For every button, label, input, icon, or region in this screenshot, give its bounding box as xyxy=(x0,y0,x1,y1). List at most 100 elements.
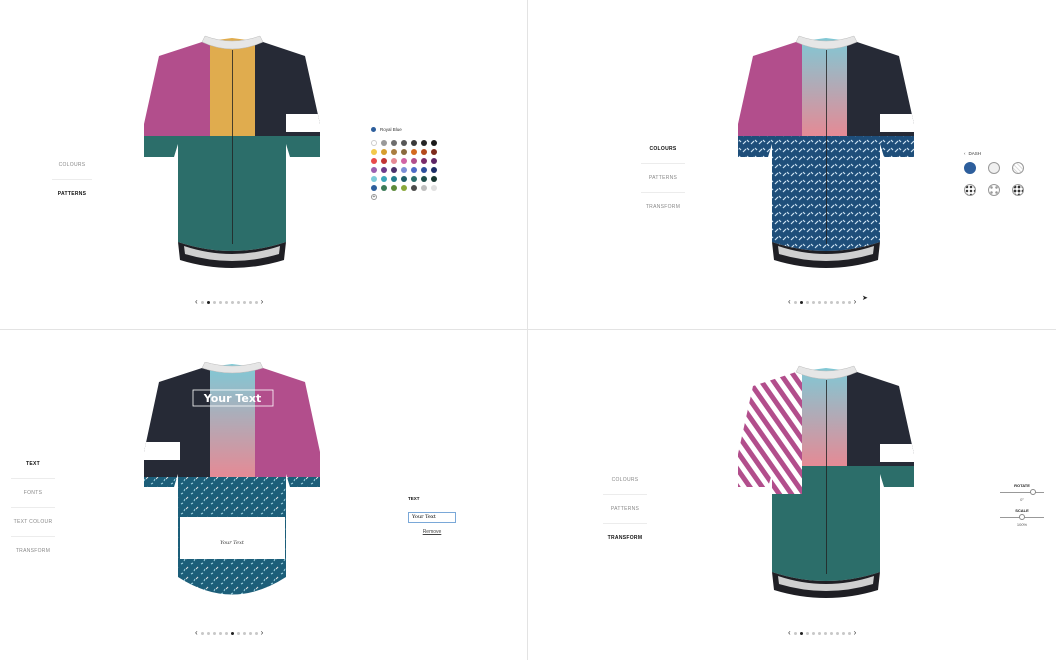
scale-slider-handle[interactable] xyxy=(1019,514,1025,520)
colour-swatch[interactable] xyxy=(401,140,407,146)
colour-swatch[interactable] xyxy=(371,167,377,173)
page-dot[interactable] xyxy=(847,631,851,635)
colour-swatch[interactable] xyxy=(421,176,427,182)
next-arrow-icon[interactable]: › xyxy=(854,298,857,306)
colour-swatch[interactable] xyxy=(371,176,377,182)
menu-item-colours[interactable]: COLOURS xyxy=(52,151,92,180)
page-dot[interactable] xyxy=(823,631,827,635)
page-dot[interactable] xyxy=(218,631,222,635)
colour-swatch[interactable] xyxy=(411,167,417,173)
page-dot[interactable] xyxy=(236,300,240,304)
menu-item-text[interactable]: TEXT xyxy=(11,450,55,479)
menu-item-patterns[interactable]: PATTERNS xyxy=(603,495,647,524)
text-input[interactable] xyxy=(408,511,456,523)
colour-swatch[interactable] xyxy=(391,158,397,164)
colour-swatch[interactable] xyxy=(391,167,397,173)
prev-arrow-icon[interactable]: ‹ xyxy=(788,298,791,306)
rotate-slider[interactable] xyxy=(1000,489,1044,495)
colour-swatch[interactable] xyxy=(401,185,407,191)
jersey-preview[interactable] xyxy=(734,34,919,274)
colour-swatch[interactable] xyxy=(381,140,387,146)
colour-swatch[interactable] xyxy=(381,149,387,155)
colour-swatch[interactable] xyxy=(381,176,387,182)
jersey-preview[interactable] xyxy=(734,364,919,604)
page-dot[interactable] xyxy=(847,300,851,304)
page-dot[interactable] xyxy=(817,631,821,635)
prev-arrow-icon[interactable]: ‹ xyxy=(195,629,198,637)
page-dot[interactable] xyxy=(218,300,222,304)
menu-item-patterns[interactable]: PATTERNS xyxy=(641,164,685,193)
page-dot[interactable] xyxy=(248,300,252,304)
menu-item-fonts[interactable]: FONTS xyxy=(11,479,55,508)
page-dot[interactable] xyxy=(200,300,204,304)
colour-swatch[interactable] xyxy=(421,158,427,164)
remove-button[interactable]: Remove xyxy=(408,529,456,535)
colour-swatch[interactable] xyxy=(371,149,377,155)
colour-swatch[interactable] xyxy=(431,176,437,182)
page-dot[interactable] xyxy=(799,631,803,635)
page-dot[interactable] xyxy=(206,631,210,635)
menu-item-transform[interactable]: TRANSFORM xyxy=(603,524,647,552)
colour-swatch[interactable] xyxy=(371,158,377,164)
page-dot[interactable] xyxy=(206,300,210,304)
colour-swatch[interactable] xyxy=(431,140,437,146)
page-dot[interactable] xyxy=(242,631,246,635)
page-dot[interactable] xyxy=(254,300,258,304)
colour-swatch[interactable] xyxy=(371,140,377,146)
scale-slider[interactable] xyxy=(1000,514,1044,520)
next-arrow-icon[interactable]: › xyxy=(261,298,264,306)
colour-swatch[interactable] xyxy=(401,167,407,173)
next-arrow-icon[interactable]: › xyxy=(854,629,857,637)
colour-swatch[interactable] xyxy=(411,149,417,155)
colour-swatch[interactable] xyxy=(411,140,417,146)
page-dot[interactable] xyxy=(829,300,833,304)
colour-swatch[interactable] xyxy=(371,185,377,191)
colour-swatch[interactable] xyxy=(381,158,387,164)
page-dot[interactable] xyxy=(224,300,228,304)
add-colour-icon[interactable]: + xyxy=(371,194,377,200)
pattern-option[interactable] xyxy=(964,184,976,196)
page-dot[interactable] xyxy=(811,300,815,304)
page-dot[interactable] xyxy=(805,300,809,304)
page-dot[interactable] xyxy=(242,300,246,304)
colour-swatch[interactable] xyxy=(431,185,437,191)
colour-swatch[interactable] xyxy=(431,149,437,155)
colour-swatch[interactable] xyxy=(431,167,437,173)
menu-item-colours[interactable]: COLOURS xyxy=(603,466,647,495)
colour-swatch[interactable] xyxy=(431,158,437,164)
rotate-slider-handle[interactable] xyxy=(1030,489,1036,495)
colour-swatch[interactable] xyxy=(391,176,397,182)
page-dot[interactable] xyxy=(212,300,216,304)
page-dot[interactable] xyxy=(230,631,234,635)
pattern-option[interactable] xyxy=(988,184,1000,196)
colour-swatch[interactable] xyxy=(391,140,397,146)
colour-swatch[interactable] xyxy=(421,185,427,191)
colour-swatch[interactable] xyxy=(421,149,427,155)
page-dot[interactable] xyxy=(835,631,839,635)
page-dot[interactable] xyxy=(248,631,252,635)
page-dot[interactable] xyxy=(799,300,803,304)
page-dot[interactable] xyxy=(200,631,204,635)
colour-swatch[interactable] xyxy=(401,158,407,164)
menu-item-transform[interactable]: TRANSFORM xyxy=(11,537,55,565)
page-dot[interactable] xyxy=(805,631,809,635)
pattern-option[interactable] xyxy=(988,162,1000,174)
colour-swatch[interactable] xyxy=(411,185,417,191)
jersey-back-preview[interactable]: Your Text Your Text xyxy=(140,362,325,607)
page-dot[interactable] xyxy=(793,631,797,635)
page-dot[interactable] xyxy=(841,631,845,635)
colour-swatch[interactable] xyxy=(381,185,387,191)
colour-swatch[interactable] xyxy=(391,149,397,155)
page-dot[interactable] xyxy=(212,631,216,635)
page-dot[interactable] xyxy=(236,631,240,635)
colour-swatch[interactable] xyxy=(401,149,407,155)
menu-item-text-colour[interactable]: TEXT COLOUR xyxy=(11,508,55,537)
page-dot[interactable] xyxy=(254,631,258,635)
colour-swatch[interactable] xyxy=(381,167,387,173)
page-dot[interactable] xyxy=(823,300,827,304)
page-dot[interactable] xyxy=(835,300,839,304)
colour-swatch[interactable] xyxy=(411,158,417,164)
jersey-preview[interactable] xyxy=(140,34,325,274)
prev-arrow-icon[interactable]: ‹ xyxy=(195,298,198,306)
page-dot[interactable] xyxy=(829,631,833,635)
